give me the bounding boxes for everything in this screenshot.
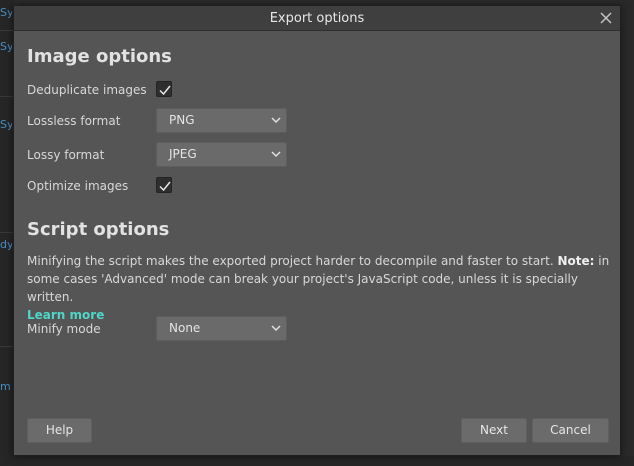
- checkmark-icon: [159, 181, 171, 192]
- script-options-description: Minifying the script makes the exported …: [27, 252, 612, 324]
- dialog-titlebar: Export options: [14, 6, 620, 31]
- learn-more-link[interactable]: Learn more: [27, 308, 104, 322]
- chevron-down-icon: [271, 151, 281, 158]
- lossless-format-value: PNG: [169, 113, 195, 127]
- background-divider: [0, 30, 14, 31]
- next-button[interactable]: Next: [461, 418, 527, 443]
- background-app-bottom: [0, 456, 634, 466]
- optimize-images-label: Optimize images: [27, 179, 129, 193]
- export-options-dialog: Export options Image options Deduplicate…: [13, 5, 621, 456]
- image-options-heading: Image options: [27, 46, 172, 67]
- lossless-format-select[interactable]: PNG: [156, 108, 287, 133]
- background-fragment: Sy: [0, 6, 12, 19]
- optimize-images-checkbox[interactable]: [156, 177, 172, 193]
- script-options-heading: Script options: [27, 219, 170, 240]
- background-fragment: Sy: [0, 40, 12, 53]
- minify-mode-value: None: [169, 321, 201, 335]
- background-fragment: Sy: [0, 118, 12, 131]
- background-fragment: m: [0, 380, 11, 393]
- background-app-right-panel: [622, 0, 634, 466]
- background-app-left-panel: [0, 0, 14, 466]
- minify-mode-select[interactable]: None: [156, 316, 287, 341]
- checkmark-icon: [159, 85, 171, 96]
- deduplicate-images-label: Deduplicate images: [27, 83, 147, 97]
- background-divider: [0, 346, 14, 347]
- help-button[interactable]: Help: [27, 418, 92, 443]
- lossless-format-label: Lossless format: [27, 114, 121, 128]
- lossy-format-value: JPEG: [169, 147, 197, 161]
- background-divider: [0, 96, 14, 97]
- dialog-title: Export options: [269, 11, 365, 26]
- background-divider: [0, 232, 14, 233]
- chevron-down-icon: [271, 325, 281, 332]
- chevron-down-icon: [271, 117, 281, 124]
- lossy-format-label: Lossy format: [27, 148, 105, 162]
- close-icon[interactable]: [599, 11, 613, 25]
- lossy-format-select[interactable]: JPEG: [156, 142, 287, 167]
- background-fragment: dy: [0, 238, 12, 251]
- description-text: Minifying the script makes the exported …: [27, 254, 558, 268]
- note-label: Note:: [557, 254, 595, 268]
- minify-mode-label: Minify mode: [27, 322, 101, 336]
- cancel-button[interactable]: Cancel: [532, 418, 609, 443]
- deduplicate-images-checkbox[interactable]: [156, 81, 172, 97]
